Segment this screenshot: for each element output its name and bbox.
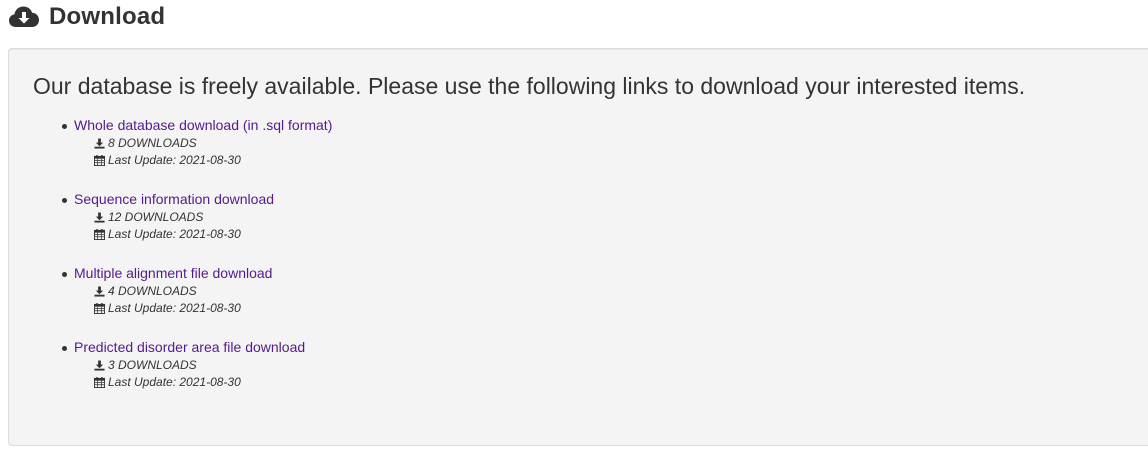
calendar-icon [94, 155, 105, 166]
download-count: 3 DOWNLOADS [94, 357, 332, 374]
download-count-text: 4 DOWNLOADS [108, 284, 197, 298]
download-panel: Our database is freely available. Please… [8, 48, 1148, 446]
last-update: Last Update: 2021-08-30 [94, 152, 332, 169]
page-title: Download [49, 3, 166, 30]
calendar-icon [94, 377, 105, 388]
last-update-text: Last Update: 2021-08-30 [108, 153, 241, 167]
intro-text: Our database is freely available. Please… [33, 73, 1026, 99]
list-item: Sequence information download 12 DOWNLOA… [61, 189, 332, 243]
download-link-alignment[interactable]: Multiple alignment file download [74, 263, 332, 283]
page-header: Download [8, 0, 165, 34]
last-update-text: Last Update: 2021-08-30 [108, 375, 241, 389]
last-update: Last Update: 2021-08-30 [94, 374, 332, 391]
cloud-download-icon [9, 6, 39, 27]
download-icon [94, 138, 105, 149]
list-item: Predicted disorder area file download 3 … [61, 337, 332, 391]
download-link-sequence[interactable]: Sequence information download [74, 189, 332, 209]
download-icon [94, 360, 105, 371]
download-count: 12 DOWNLOADS [94, 209, 332, 226]
last-update: Last Update: 2021-08-30 [94, 300, 332, 317]
download-link-disorder[interactable]: Predicted disorder area file download [74, 337, 332, 357]
last-update-text: Last Update: 2021-08-30 [108, 227, 241, 241]
calendar-icon [94, 303, 105, 314]
download-icon [94, 286, 105, 297]
download-icon [94, 212, 105, 223]
download-count-text: 3 DOWNLOADS [108, 358, 197, 372]
last-update: Last Update: 2021-08-30 [94, 226, 332, 243]
download-count: 8 DOWNLOADS [94, 135, 332, 152]
calendar-icon [94, 229, 105, 240]
download-list: Whole database download (in .sql format)… [33, 115, 332, 411]
download-link-database[interactable]: Whole database download (in .sql format) [74, 115, 332, 135]
list-item: Multiple alignment file download 4 DOWNL… [61, 263, 332, 317]
download-count-text: 8 DOWNLOADS [108, 136, 197, 150]
list-item: Whole database download (in .sql format)… [61, 115, 332, 169]
download-count-text: 12 DOWNLOADS [108, 210, 204, 224]
download-count: 4 DOWNLOADS [94, 283, 332, 300]
last-update-text: Last Update: 2021-08-30 [108, 301, 241, 315]
